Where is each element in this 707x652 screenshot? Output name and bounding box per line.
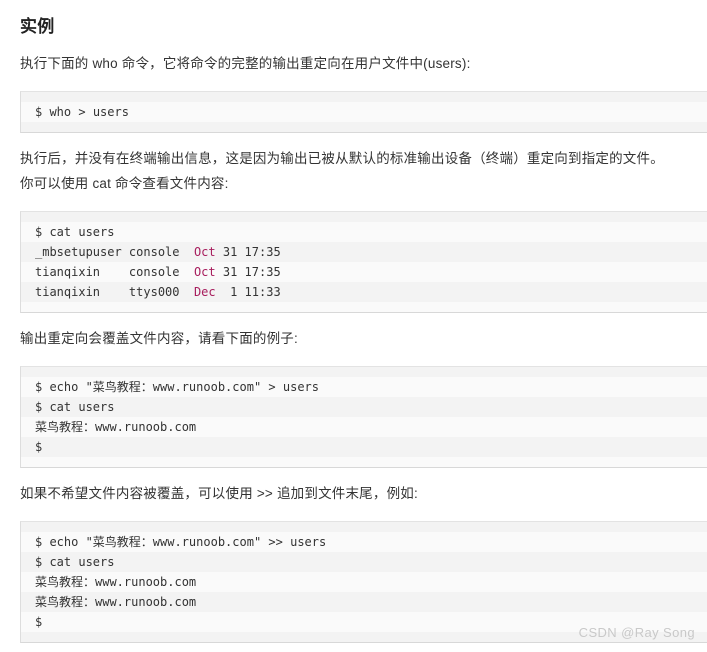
code-block-echo-append[interactable]: $ echo "菜鸟教程：www.runoob.com" >> users $ c… xyxy=(20,520,707,643)
code-block-bottom-padding xyxy=(21,301,707,312)
code-block-bottom-padding xyxy=(21,122,707,133)
code-block-who-redirect[interactable]: $ who > users xyxy=(20,91,707,134)
code-token-operator: > xyxy=(78,105,86,120)
code-token-number: 31 17:35 xyxy=(222,244,281,259)
code-line: tianqixin ttys000 Dec 1 11:33 xyxy=(21,281,707,302)
code-token-plain: users xyxy=(85,105,129,120)
code-block-top-padding xyxy=(21,521,707,532)
code-token-plain: 菜鸟教程：www.runoob.com xyxy=(35,574,197,589)
code-block-cat-users[interactable]: $ cat users _mbsetupuser console Oct 31 1… xyxy=(20,210,707,313)
code-token-plain: $ xyxy=(35,614,43,629)
code-line: $ cat users xyxy=(21,221,707,242)
code-block-top-padding xyxy=(21,92,707,103)
code-token-plain: users xyxy=(282,534,327,549)
code-line: $ xyxy=(21,611,707,632)
code-token-number: 1 11:33 xyxy=(230,284,281,299)
code-token-plain: $ cat users xyxy=(35,399,115,414)
code-token-plain: $ xyxy=(35,439,43,454)
code-token-plain: tianqixin console xyxy=(35,264,194,279)
code-token-month: Oct xyxy=(193,244,216,259)
code-token-plain: $ who xyxy=(35,105,79,120)
code-line: $ cat users xyxy=(21,551,707,572)
code-line: _mbsetupuser console Oct 31 17:35 xyxy=(21,241,707,262)
article-content: 实例 执行下面的 who 命令，它将命令的完整的输出重定向在用户文件中(user… xyxy=(0,0,707,643)
page-title: 实例 xyxy=(20,17,55,36)
paragraph-who-command: 执行下面的 who 命令，它将命令的完整的输出重定向在用户文件中(users): xyxy=(20,56,471,72)
code-token-plain: $ cat users xyxy=(35,224,115,239)
code-token-plain: 菜鸟教程：www.runoob.com xyxy=(35,419,197,434)
paragraph-use-cat: 你可以使用 cat 命令查看文件内容: xyxy=(20,175,229,191)
code-block-bottom-padding xyxy=(21,456,707,467)
code-token-string: "菜鸟教程：www.runoob.com" xyxy=(85,534,262,549)
code-line: $ who > users xyxy=(21,102,707,123)
code-block-bottom-padding xyxy=(21,631,707,642)
code-token-plain: 菜鸟教程：www.runoob.com xyxy=(35,594,197,609)
code-line: tianqixin console Oct 31 17:35 xyxy=(21,261,707,282)
code-token-plain: $ echo xyxy=(35,379,86,394)
code-line: 菜鸟教程：www.runoob.com xyxy=(21,416,707,437)
code-token-plain: tianqixin ttys000 xyxy=(35,284,194,299)
code-token-string: "菜鸟教程：www.runoob.com" xyxy=(85,379,262,394)
code-token-operator: >> xyxy=(268,534,283,549)
code-token-plain: $ cat users xyxy=(35,554,115,569)
tutorial-page: 实例 执行下面的 who 命令，它将命令的完整的输出重定向在用户文件中(user… xyxy=(0,0,707,652)
code-token-number: 31 17:35 xyxy=(222,264,281,279)
code-line: $ cat users xyxy=(21,396,707,417)
code-block-top-padding xyxy=(21,211,707,222)
code-line: $ xyxy=(21,436,707,457)
code-line: 菜鸟教程：www.runoob.com xyxy=(21,571,707,592)
paragraph-no-terminal-output: 执行后，并没有在终端输出信息，这是因为输出已被从默认的标准输出设备（终端）重定向… xyxy=(20,151,664,167)
code-token-plain: $ echo xyxy=(35,534,86,549)
code-block-top-padding xyxy=(21,366,707,377)
code-line: 菜鸟教程：www.runoob.com xyxy=(21,591,707,612)
code-token-plain: _mbsetupuser console xyxy=(35,244,194,259)
code-line: $ echo "菜鸟教程：www.runoob.com" >> users xyxy=(21,531,707,552)
code-token-plain: users xyxy=(275,379,320,394)
paragraph-overwrite-warning: 输出重定向会覆盖文件内容，请看下面的例子: xyxy=(20,330,298,346)
code-token-month: Oct xyxy=(193,264,216,279)
paragraph-append-hint: 如果不希望文件内容被覆盖，可以使用 >> 追加到文件末尾，例如: xyxy=(20,485,418,501)
code-token-operator: > xyxy=(268,379,276,394)
code-block-echo-overwrite[interactable]: $ echo "菜鸟教程：www.runoob.com" > users $ ca… xyxy=(20,365,707,468)
code-token-month: Dec xyxy=(193,284,216,299)
code-line: $ echo "菜鸟教程：www.runoob.com" > users xyxy=(21,376,707,397)
